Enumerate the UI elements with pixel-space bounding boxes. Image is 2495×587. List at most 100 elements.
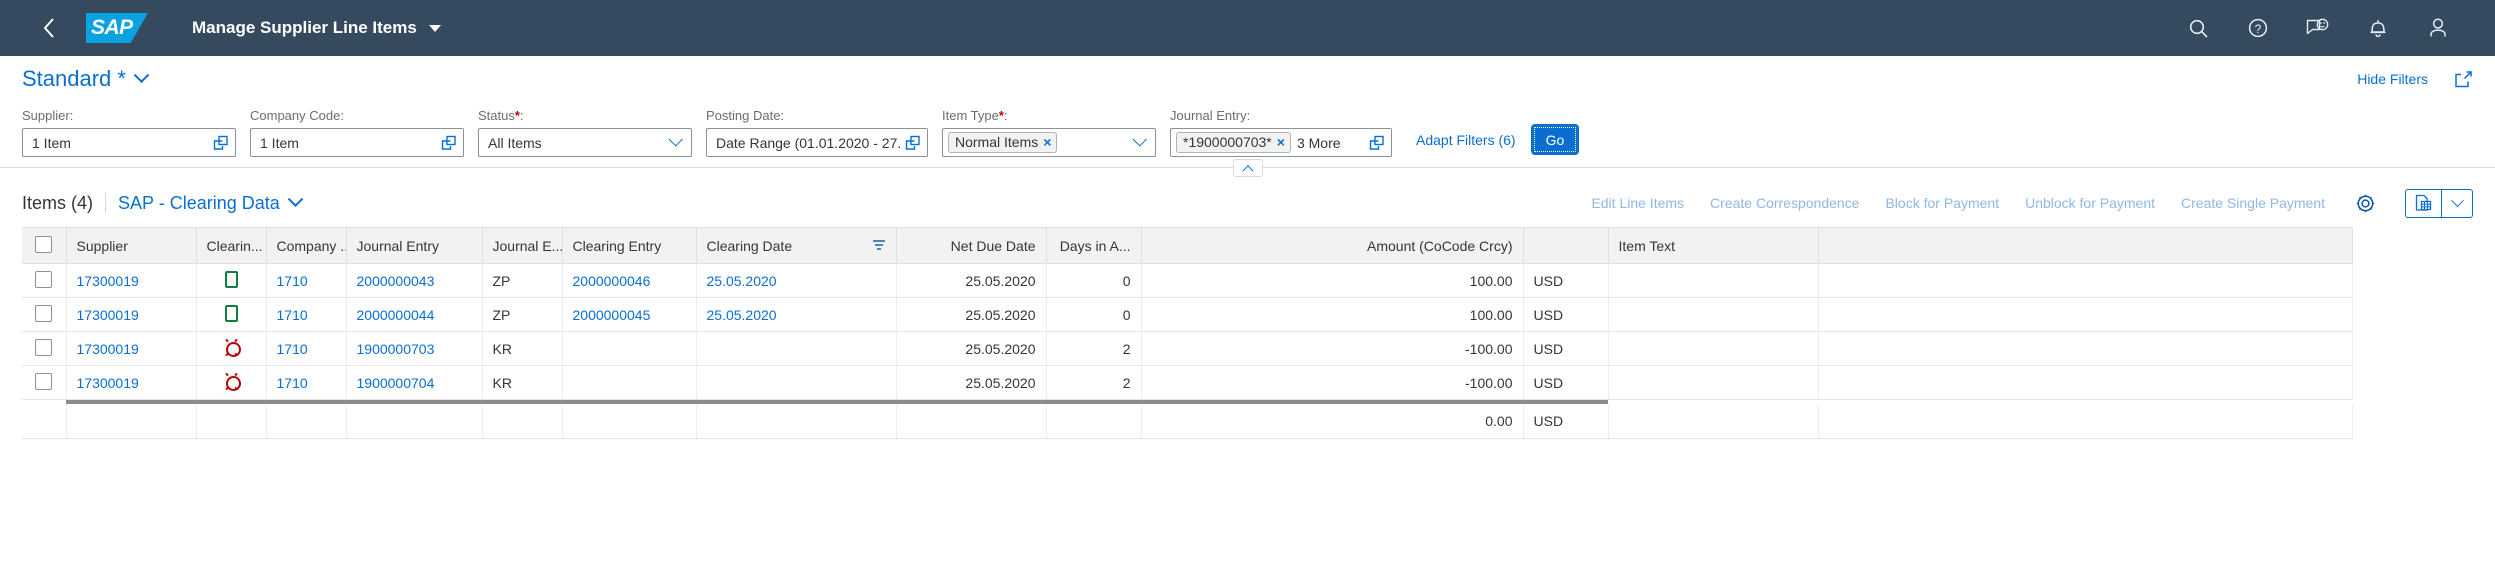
supplier-input[interactable]: 1 Item <box>22 128 236 157</box>
cell-company-code[interactable]: 1710 <box>266 365 347 400</box>
value-help-icon[interactable] <box>441 135 457 151</box>
cell-journal-entry[interactable]: 1900000704 <box>346 365 483 400</box>
chevron-down-icon[interactable] <box>133 66 150 83</box>
app-title-menu[interactable]: Manage Supplier Line Items <box>192 18 441 38</box>
cell-clearing-entry[interactable] <box>562 365 697 400</box>
journal-entry-multiinput[interactable]: *1900000703* × 3 More <box>1170 128 1392 157</box>
table-row[interactable]: 17300019 1710 2000000044 ZP 2000000045 2… <box>22 297 2353 332</box>
collapse-filter-bar-button[interactable] <box>1232 159 1263 177</box>
row-select-cell[interactable] <box>22 331 67 366</box>
svg-text:?: ? <box>2255 22 2262 36</box>
cell-spacer <box>1818 263 2353 298</box>
chevron-down-icon[interactable] <box>1132 131 1147 147</box>
column-header-item-text[interactable]: Item Text <box>1608 227 1819 264</box>
column-header-supplier[interactable]: Supplier <box>66 227 197 264</box>
posting-date-input[interactable]: Date Range (01.01.2020 - 27.05... <box>706 128 928 157</box>
cell-clearing-date[interactable]: 25.05.2020 <box>696 263 897 298</box>
cell-currency: USD <box>1523 365 1609 400</box>
hide-filters-button[interactable]: Hide Filters <box>2357 71 2428 87</box>
cell-clearing-date[interactable] <box>696 331 897 366</box>
column-header-clearing-status[interactable]: Clearin... <box>196 227 267 264</box>
adapt-filters-button[interactable]: Adapt Filters (6) <box>1416 132 1516 148</box>
column-header-net-due-date[interactable]: Net Due Date <box>896 227 1047 264</box>
table-row[interactable]: 17300019 1710 1900000703 KR 25.05.2020 2… <box>22 331 2353 366</box>
column-header-clearing-entry[interactable]: Clearing Entry <box>562 227 697 264</box>
cell-company-code[interactable]: 1710 <box>266 297 347 332</box>
value-help-icon[interactable] <box>1369 135 1385 151</box>
row-checkbox[interactable] <box>35 304 53 322</box>
token-remove-icon[interactable]: × <box>1043 135 1051 149</box>
cell-clearing-date[interactable]: 25.05.2020 <box>696 297 897 332</box>
row-checkbox[interactable] <box>35 338 53 356</box>
company-code-input[interactable]: 1 Item <box>250 128 464 157</box>
cell-clearing-entry[interactable]: 2000000046 <box>562 263 697 298</box>
sort-descending-icon[interactable] <box>872 238 886 254</box>
row-select-cell[interactable] <box>22 365 67 400</box>
table-row[interactable]: 17300019 1710 1900000704 KR 25.05.2020 2… <box>22 365 2353 400</box>
sap-logo[interactable]: SAP <box>86 13 148 43</box>
cell-journal-entry[interactable]: 2000000044 <box>346 297 483 332</box>
item-type-multiinput[interactable]: Normal Items × <box>942 128 1156 157</box>
cell-company-code[interactable]: 1710 <box>266 263 347 298</box>
cell-net-due-date: 25.05.2020 <box>896 263 1047 298</box>
cell-clearing-date[interactable] <box>696 365 897 400</box>
export-split-button[interactable] <box>2405 188 2473 218</box>
shell-header: SAP Manage Supplier Line Items ? <box>0 0 2495 56</box>
help-icon[interactable]: ? <box>2241 11 2275 45</box>
status-value: All Items <box>488 134 542 151</box>
value-help-icon[interactable] <box>905 135 921 151</box>
value-help-icon[interactable] <box>213 135 229 151</box>
row-checkbox[interactable] <box>35 372 53 390</box>
column-header-journal-entry-type[interactable]: Journal E... <box>482 227 563 264</box>
column-header-journal-entry[interactable]: Journal Entry <box>346 227 483 264</box>
create-single-payment-button[interactable]: Create Single Payment <box>2181 195 2325 211</box>
cell-supplier[interactable]: 17300019 <box>66 331 197 366</box>
edit-line-items-button[interactable]: Edit Line Items <box>1591 195 1684 211</box>
share-icon[interactable] <box>2454 70 2473 89</box>
row-select-cell[interactable] <box>22 263 67 298</box>
token-journal-entry[interactable]: *1900000703* × <box>1176 132 1291 153</box>
row-select-cell[interactable] <box>22 297 67 332</box>
cell-clearing-entry[interactable]: 2000000045 <box>562 297 697 332</box>
search-icon[interactable] <box>2181 11 2215 45</box>
view-variant-select[interactable]: SAP - Clearing Data <box>118 190 304 214</box>
go-button[interactable]: Go <box>1531 125 1579 154</box>
notifications-bell-icon[interactable] <box>2361 11 2395 45</box>
item-type-tokens: Normal Items × <box>948 132 1134 153</box>
feedback-icon[interactable] <box>2301 11 2335 45</box>
token-remove-icon[interactable]: × <box>1277 135 1285 149</box>
column-header-spacer <box>1818 227 2353 264</box>
gear-icon[interactable] <box>2351 189 2379 217</box>
column-header-currency[interactable] <box>1523 227 1609 264</box>
cell-supplier[interactable]: 17300019 <box>66 365 197 400</box>
more-tokens-label[interactable]: 3 More <box>1297 135 1341 151</box>
back-chevron-icon[interactable] <box>34 13 64 43</box>
chevron-down-icon[interactable] <box>428 24 441 32</box>
chevron-down-icon[interactable] <box>668 131 683 147</box>
column-header-amount[interactable]: Amount (CoCode Crcy) <box>1141 227 1524 264</box>
row-checkbox[interactable] <box>35 270 53 288</box>
cell-company-code[interactable]: 1710 <box>266 331 347 366</box>
select-all-checkbox[interactable] <box>35 235 53 253</box>
cell-journal-entry[interactable]: 2000000043 <box>346 263 483 298</box>
block-for-payment-button[interactable]: Block for Payment <box>1885 195 1999 211</box>
status-select[interactable]: All Items <box>478 128 692 157</box>
variant-management[interactable]: Standard * <box>22 66 150 92</box>
select-all-header[interactable] <box>22 227 67 264</box>
cell-journal-entry[interactable]: 1900000703 <box>346 331 483 366</box>
column-header-days-in-arrears[interactable]: Days in A... <box>1046 227 1142 264</box>
cell-clearing-entry[interactable] <box>562 331 697 366</box>
token-item-type[interactable]: Normal Items × <box>948 132 1058 153</box>
cell-supplier[interactable]: 17300019 <box>66 263 197 298</box>
column-header-clearing-date[interactable]: Clearing Date <box>696 227 897 264</box>
chevron-down-icon[interactable] <box>287 190 304 207</box>
user-avatar-icon[interactable] <box>2421 11 2455 45</box>
create-correspondence-button[interactable]: Create Correspondence <box>1710 195 1859 211</box>
export-to-spreadsheet-icon[interactable] <box>2406 189 2442 217</box>
cell-supplier[interactable]: 17300019 <box>66 297 197 332</box>
unblock-for-payment-button[interactable]: Unblock for Payment <box>2025 195 2155 211</box>
column-header-company-code[interactable]: Company ... <box>266 227 347 264</box>
cell-days-in-arrears: 0 <box>1046 297 1142 332</box>
export-options-chevron-down-icon[interactable] <box>2442 190 2472 217</box>
table-row[interactable]: 17300019 1710 2000000043 ZP 2000000046 2… <box>22 263 2353 298</box>
